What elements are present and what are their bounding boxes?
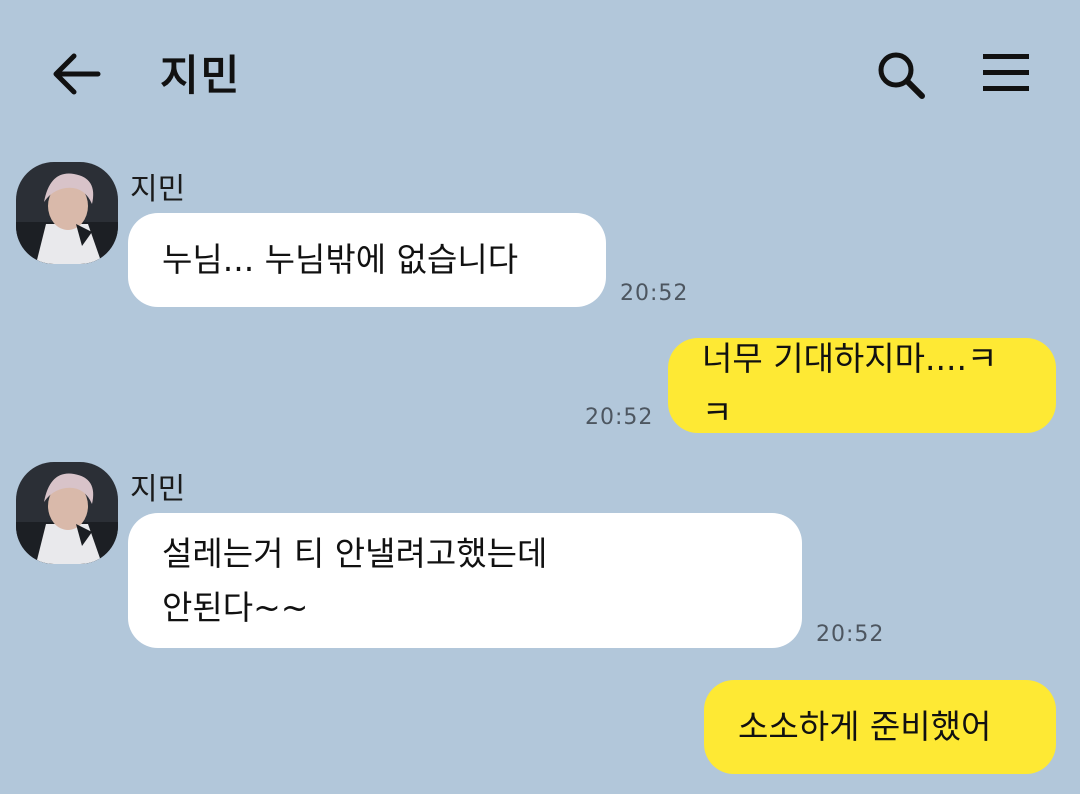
message-text: 누님... 누님밖에 없습니다: [162, 240, 519, 279]
search-icon: [878, 52, 925, 99]
profile-photo: [16, 462, 118, 564]
avatar[interactable]: [16, 162, 118, 264]
sender-name: 지민: [130, 172, 186, 207]
back-button[interactable]: [50, 50, 104, 98]
profile-photo: [16, 162, 118, 264]
message-text: 소소하게 준비했어: [738, 707, 992, 746]
message-text: 너무 기대하지마....ㅋㅋ: [702, 338, 998, 432]
avatar[interactable]: [16, 462, 118, 564]
sender-name: 지민: [130, 472, 186, 507]
chat-title: 지민: [160, 51, 242, 100]
message-line: 설레는거 티 안낼려고했는데: [162, 533, 548, 573]
message-time: 20:52: [816, 622, 885, 647]
back-arrow-icon: [53, 53, 101, 95]
message-bubble[interactable]: 설레는거 티 안낼려고했는데 안된다~~: [128, 513, 802, 648]
menu-button[interactable]: [980, 50, 1034, 96]
hamburger-menu-icon: [983, 54, 1029, 91]
message-bubble[interactable]: 소소하게 준비했어: [704, 680, 1056, 774]
message-time: 20:52: [620, 281, 689, 306]
message-bubble[interactable]: 누님... 누님밖에 없습니다: [128, 213, 606, 307]
search-button[interactable]: [874, 50, 930, 100]
message-time: 20:52: [585, 405, 654, 430]
message-line: 안된다~~: [162, 587, 309, 627]
message-bubble[interactable]: 너무 기대하지마....ㅋㅋ: [668, 338, 1056, 433]
chat-header: 지민: [0, 0, 1080, 140]
